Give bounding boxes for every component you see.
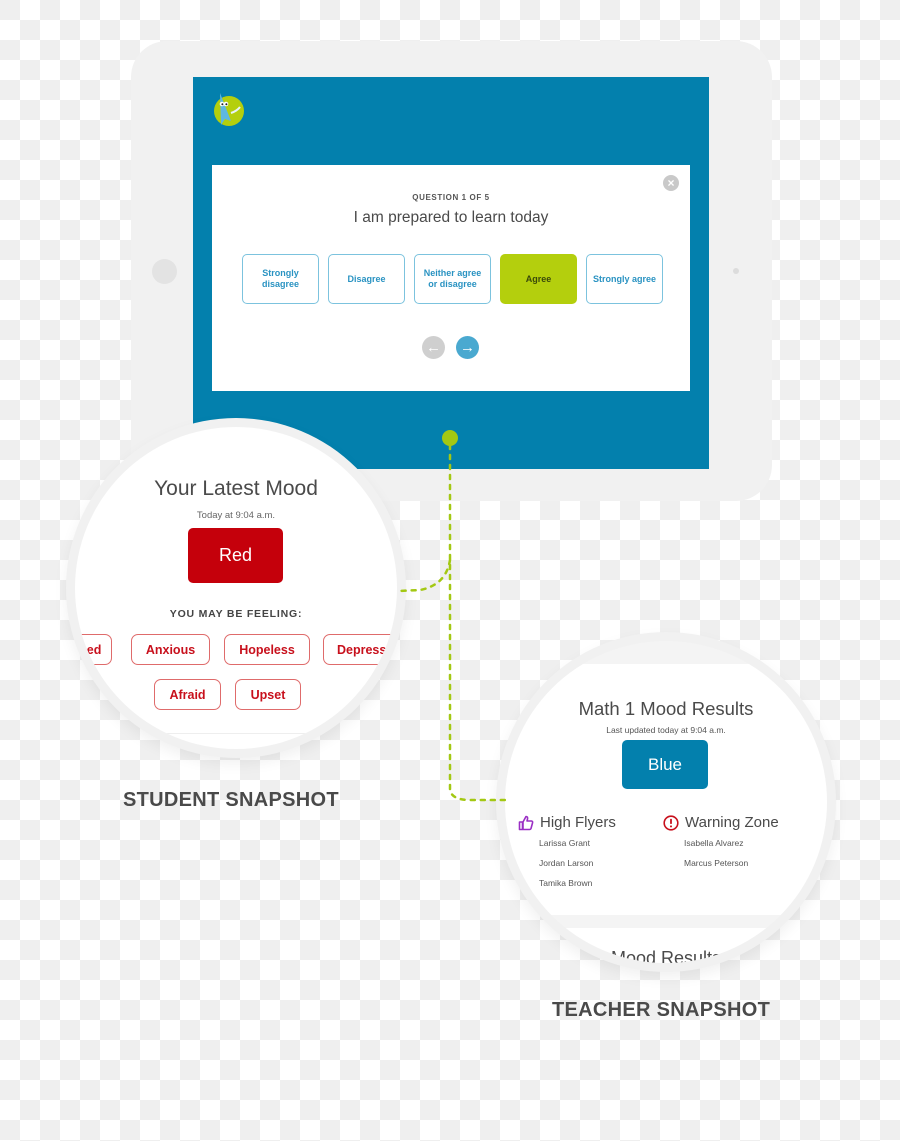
exclamation-circle-icon <box>663 814 679 831</box>
warning-zone-group: Warning Zone Isabella Alvarez Marcus Pet… <box>663 814 779 877</box>
feeling-chip: Discouraged <box>75 634 112 665</box>
thumbs-up-icon <box>518 815 534 831</box>
next-results-title: Mood Results <box>610 948 722 963</box>
feeling-chip: Afraid <box>154 679 221 710</box>
question-text: I am prepared to learn today <box>353 209 549 226</box>
divider <box>75 733 397 734</box>
feeling-chip: Hopeless <box>224 634 310 665</box>
question-navigation: ← → <box>422 336 479 359</box>
feeling-chip: Upset <box>235 679 301 710</box>
class-mood-title: Math 1 Mood Results <box>578 698 754 719</box>
answer-strongly-agree[interactable]: Strongly agree <box>586 254 663 304</box>
class-mood-card: Math 1 Mood Results Last updated today a… <box>505 664 827 915</box>
class-mood-timestamp: Last updated today at 9:04 a.m. <box>606 725 726 735</box>
warning-zone-title: Warning Zone <box>685 814 779 831</box>
feelings-heading: YOU MAY BE FEELING: <box>169 608 303 620</box>
survey-modal: × QUESTION 1 OF 5 I am prepared to learn… <box>212 165 690 391</box>
feeling-chip: Depressed <box>323 634 397 665</box>
arrow-left-circle-icon[interactable]: ← <box>422 336 445 359</box>
student-mood-title: Your Latest Mood <box>154 477 318 500</box>
high-flyers-title: High Flyers <box>540 814 616 831</box>
student-mood-timestamp: Today at 9:04 a.m. <box>196 510 276 521</box>
close-circle-icon[interactable]: × <box>663 175 679 191</box>
class-mood-badge: Blue <box>622 740 708 789</box>
answer-disagree[interactable]: Disagree <box>328 254 405 304</box>
mascot-arrow-logo <box>214 93 244 126</box>
warning-zone-list: Isabella Alvarez Marcus Peterson <box>684 837 779 877</box>
next-results-card: Mood Results <box>505 928 827 963</box>
answer-strongly-disagree[interactable]: Strongly disagree <box>242 254 319 304</box>
student-name: Isabella Alvarez <box>684 838 744 848</box>
teacher-snapshot-circle: Math 1 Mood Results Last updated today a… <box>496 632 836 972</box>
high-flyers-list: Larissa Grant Jordan Larson Tamika Brown <box>539 837 616 897</box>
student-snapshot-circle: Your Latest Mood Today at 9:04 a.m. Red … <box>66 418 406 758</box>
student-name: Larissa Grant <box>539 838 591 848</box>
teacher-snapshot-label: TEACHER SNAPSHOT <box>552 999 771 1021</box>
student-name: Jordan Larson <box>539 858 594 868</box>
answer-options: Strongly disagree Disagree Neither agree… <box>242 254 663 304</box>
student-mood-badge: Red <box>188 528 283 583</box>
answer-agree[interactable]: Agree <box>500 254 577 304</box>
question-counter: QUESTION 1 OF 5 <box>412 193 490 202</box>
student-name: Marcus Peterson <box>684 858 749 868</box>
tablet-home-button <box>152 259 177 284</box>
student-snapshot-content: Your Latest Mood Today at 9:04 a.m. Red … <box>75 427 397 749</box>
student-snapshot-label: STUDENT SNAPSHOT <box>123 789 339 811</box>
tablet-camera <box>733 268 739 274</box>
feeling-chip: Anxious <box>131 634 210 665</box>
arrow-right-circle-icon[interactable]: → <box>456 336 479 359</box>
student-name: Tamika Brown <box>539 878 593 888</box>
teacher-snapshot-content: Math 1 Mood Results Last updated today a… <box>505 641 827 963</box>
answer-neither[interactable]: Neither agree or disagree <box>414 254 491 304</box>
high-flyers-group: High Flyers Larissa Grant Jordan Larson … <box>518 814 616 897</box>
